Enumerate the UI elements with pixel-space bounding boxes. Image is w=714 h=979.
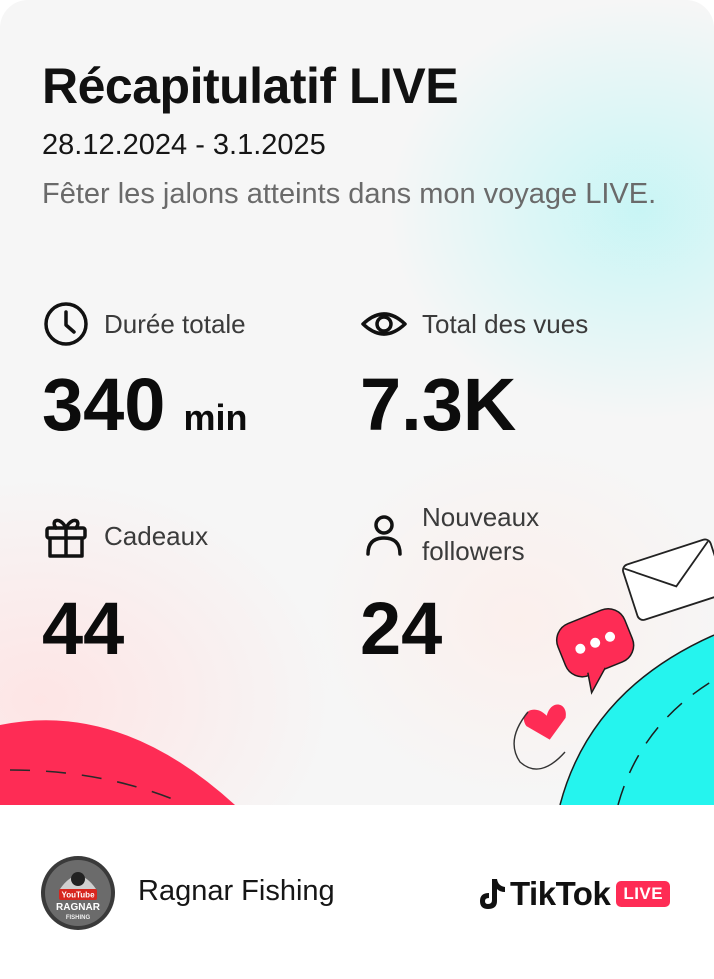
red-road-shape bbox=[0, 720, 235, 805]
heart-icon bbox=[524, 704, 566, 740]
stat-views: Total des vues 7.3K bbox=[360, 300, 680, 450]
tiktok-live-logo: TikTok LIVE bbox=[476, 875, 671, 913]
stat-duration-value-row: 340 min bbox=[42, 362, 247, 447]
gift-icon bbox=[45, 518, 87, 558]
subtitle: Fêter les jalons atteints dans mon voyag… bbox=[42, 178, 657, 210]
stat-gifts-header: Cadeaux bbox=[42, 512, 208, 560]
clock-icon bbox=[44, 302, 88, 346]
eye-icon bbox=[361, 312, 407, 336]
stat-followers: Nouveaux followers 24 bbox=[360, 500, 590, 670]
avatar: YouTube RAGNAR FISHING bbox=[41, 856, 115, 930]
stat-followers-value: 24 bbox=[360, 587, 443, 670]
stat-followers-header: Nouveaux followers bbox=[360, 500, 582, 568]
stat-gifts-label: Cadeaux bbox=[104, 521, 209, 551]
avatar-line1: YouTube bbox=[61, 891, 95, 900]
tiktok-wordmark: TikTok bbox=[510, 875, 611, 912]
stat-duration-header: Durée totale bbox=[42, 300, 246, 348]
live-badge: LIVE bbox=[616, 881, 671, 907]
channel-name: Ragnar Fishing bbox=[138, 875, 335, 907]
avatar-line2: RAGNAR bbox=[56, 902, 101, 913]
stat-gifts-value: 44 bbox=[42, 587, 125, 670]
person-icon bbox=[366, 515, 402, 556]
stat-duration-value: 340 bbox=[42, 363, 166, 446]
envelope-icon bbox=[622, 538, 714, 621]
recap-hero: Récapitulatif LIVE 28.12.2024 - 3.1.2025… bbox=[0, 0, 714, 805]
stat-followers-label: Nouveaux followers bbox=[422, 502, 540, 566]
stat-duration-unit: min bbox=[183, 397, 248, 438]
tiktok-note-icon bbox=[480, 879, 505, 909]
stat-gifts: Cadeaux 44 bbox=[42, 512, 342, 672]
stat-views-label: Total des vues bbox=[422, 309, 589, 339]
date-range: 28.12.2024 - 3.1.2025 bbox=[42, 129, 326, 161]
avatar-line3: FISHING bbox=[66, 915, 91, 921]
page-title: Récapitulatif LIVE bbox=[42, 58, 459, 114]
stat-views-header: Total des vues bbox=[360, 300, 588, 348]
stat-views-value: 7.3K bbox=[360, 363, 517, 446]
stat-duration: Durée totale 340 min bbox=[42, 300, 342, 450]
stat-duration-label: Durée totale bbox=[104, 309, 246, 339]
live-recap-card: Récapitulatif LIVE 28.12.2024 - 3.1.2025… bbox=[0, 0, 714, 979]
recap-footer: YouTube RAGNAR FISHING Ragnar Fishing Ti… bbox=[0, 805, 714, 979]
